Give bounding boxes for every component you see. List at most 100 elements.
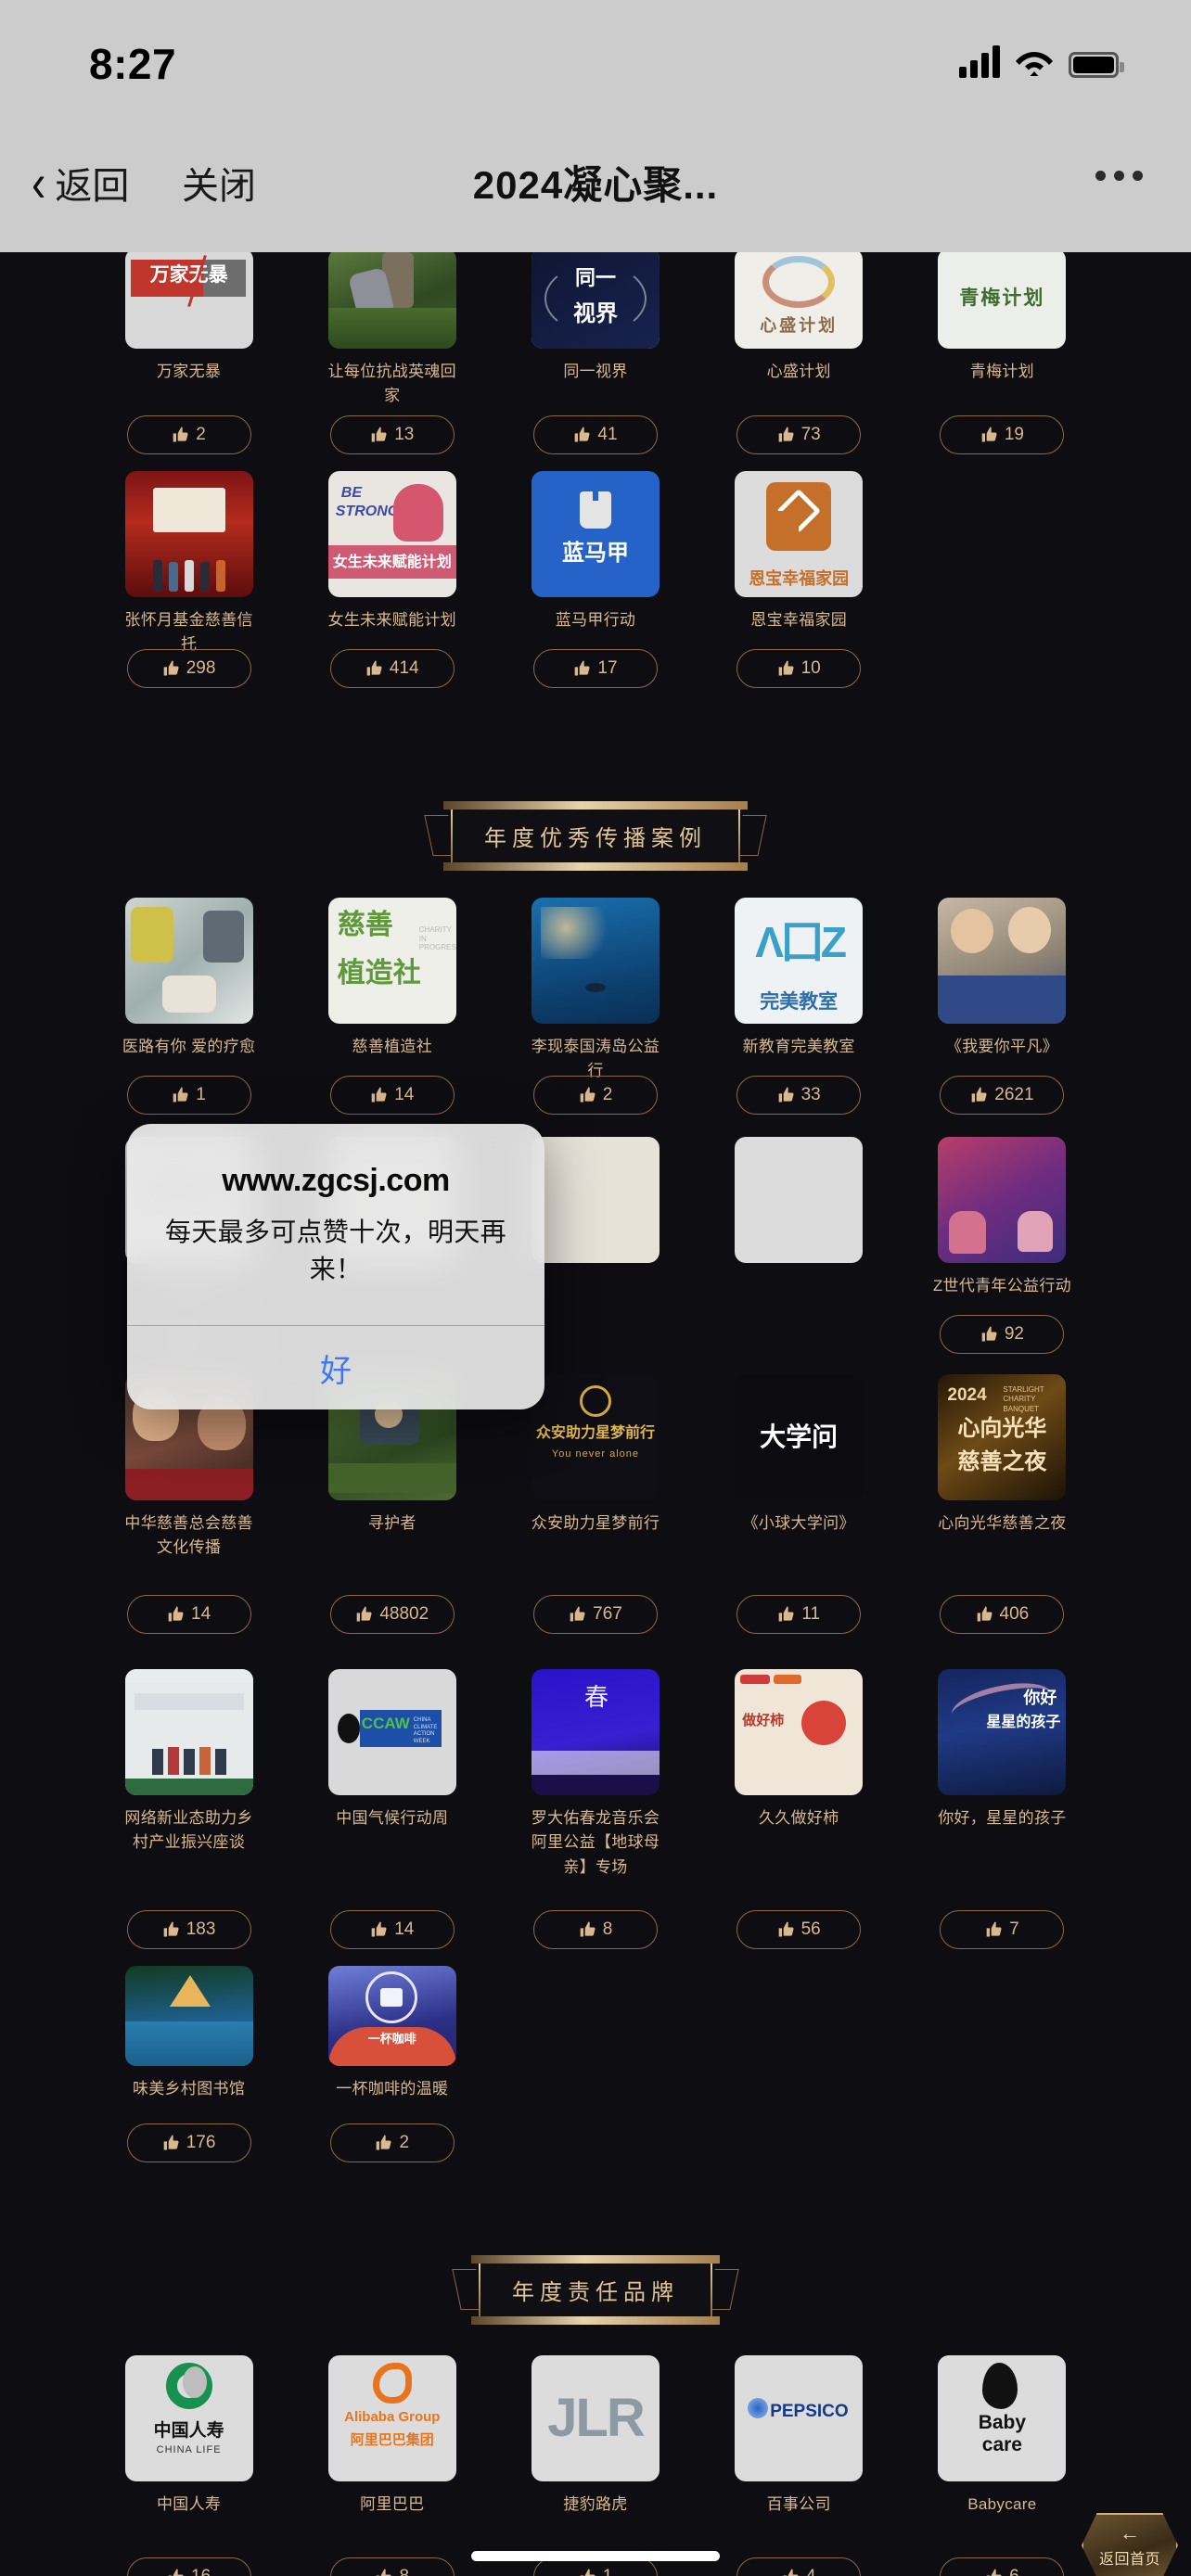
like-button[interactable]: 56	[736, 1910, 862, 1949]
like-button[interactable]: 7	[940, 1910, 1065, 1949]
like-button[interactable]: 298	[126, 649, 251, 688]
card-thumbnail[interactable]	[531, 1137, 660, 1263]
like-button[interactable]: 2	[329, 2123, 455, 2162]
card-item[interactable]: 大学问 《小球大学问》	[698, 1374, 901, 1561]
card-item[interactable]: 青梅计划 青梅计划	[901, 249, 1104, 409]
like-button[interactable]: 8	[329, 2557, 455, 2576]
like-button[interactable]: 767	[532, 1595, 658, 1634]
like-button[interactable]: 48802	[329, 1595, 455, 1634]
like-button[interactable]: 17	[532, 649, 658, 688]
card-thumbnail[interactable]: CCAW CHINA CLIMATE ACTION WEEK	[327, 1669, 456, 1795]
like-button[interactable]: 19	[940, 415, 1065, 454]
card-thumbnail[interactable]: 你好 星星的孩子	[938, 1669, 1067, 1795]
card-item[interactable]: 慈善 植造社 CHARITY IN PROGRESS 慈善植造社	[290, 898, 493, 1084]
card-thumbnail[interactable]: 蓝马甲	[531, 471, 660, 597]
card-item[interactable]: 心盛计划 心盛计划	[698, 249, 901, 409]
like-button[interactable]: 14	[126, 1595, 251, 1634]
card-item[interactable]: Baby care Babycare	[901, 2355, 1104, 2517]
card-item[interactable]: JLR 捷豹路虎	[493, 2355, 697, 2517]
like-button[interactable]: 414	[329, 649, 455, 688]
back-to-home-button[interactable]: ← 返回首页	[1082, 2513, 1178, 2576]
card-item[interactable]: 网络新业态助力乡村产业振兴座谈	[87, 1669, 290, 1880]
card-thumbnail[interactable]: Baby care	[938, 2355, 1067, 2481]
card-thumbnail[interactable]: 做好柿	[735, 1669, 864, 1795]
card-thumbnail[interactable]: PEPSICO	[735, 2355, 864, 2481]
card-item[interactable]: Z世代青年公益行动	[901, 1137, 1104, 1298]
card-title: 让每位抗战英魂回家	[327, 363, 456, 405]
card-thumbnail[interactable]	[124, 471, 253, 597]
like-button[interactable]: 4	[736, 2557, 862, 2576]
like-button[interactable]: 2	[532, 1076, 658, 1115]
card-item[interactable]: 做好柿 久久做好柿	[698, 1669, 901, 1880]
card-thumbnail[interactable]: 心盛计划	[735, 249, 864, 349]
like-button[interactable]: 11	[736, 1595, 862, 1634]
like-button[interactable]: 183	[126, 1910, 251, 1949]
card-item[interactable]: 你好 星星的孩子 你好，星星的孩子	[901, 1669, 1104, 1880]
card-thumbnail[interactable]: Λ囗Ζ 完美教室	[735, 898, 864, 1024]
card-item[interactable]: CCAW CHINA CLIMATE ACTION WEEK 中国气候行动周	[290, 1669, 493, 1880]
card-item[interactable]: 一杯咖啡 一杯咖啡的温暖	[290, 1966, 493, 2101]
card-item[interactable]: Λ囗Ζ 完美教室 新教育完美教室	[698, 898, 901, 1084]
card-thumbnail[interactable]: 恩宝幸福家园	[735, 471, 864, 597]
like-button[interactable]: 16	[126, 2557, 251, 2576]
like-button[interactable]: 10	[736, 649, 862, 688]
card-thumbnail[interactable]: 中国人寿 CHINA LIFE	[124, 2355, 253, 2481]
card-thumbnail[interactable]: JLR	[531, 2355, 660, 2481]
like-button[interactable]: 73	[736, 415, 862, 454]
card-item[interactable]: Alibaba Group 阿里巴巴集团 阿里巴巴	[290, 2355, 493, 2517]
card-thumbnail[interactable]	[735, 1137, 864, 1263]
card-item[interactable]: 恩宝幸福家园 恩宝幸福家园	[698, 471, 901, 657]
card-thumbnail[interactable]: 大学问	[735, 1374, 864, 1500]
card-item[interactable]: 2024 STARLIGHT CHARITY BANQUET 心向光华 慈善之夜…	[901, 1374, 1104, 1561]
more-dots-icon[interactable]	[1095, 171, 1143, 181]
card-thumbnail[interactable]: Alibaba Group 阿里巴巴集团	[327, 2355, 456, 2481]
card-item[interactable]: 味美乡村图书馆	[87, 1966, 290, 2101]
like-button[interactable]: 6	[940, 2557, 1065, 2576]
like-button[interactable]: 8	[532, 1910, 658, 1949]
card-thumbnail[interactable]: 2024 STARLIGHT CHARITY BANQUET 心向光华 慈善之夜	[938, 1374, 1067, 1500]
card-item[interactable]: 让每位抗战英魂回家	[290, 249, 493, 409]
alert-confirm-button[interactable]: 好	[127, 1326, 544, 1409]
card-thumbnail[interactable]	[124, 1966, 253, 2066]
card-item[interactable]: 医路有你 爱的疗愈	[87, 898, 290, 1084]
card-item[interactable]: 《我要你平凡》	[901, 898, 1104, 1084]
like-button[interactable]: 2621	[940, 1076, 1065, 1115]
card-item[interactable]: 中国人寿 CHINA LIFE 中国人寿	[87, 2355, 290, 2517]
card-thumbnail[interactable]: 万家无暴	[124, 249, 253, 349]
card-thumbnail[interactable]	[938, 1137, 1067, 1263]
thumbs-up-icon	[173, 1087, 188, 1103]
card-item[interactable]: 春 罗大佑春龙音乐会阿里公益【地球母亲】专场	[493, 1669, 697, 1880]
card-item[interactable]: BE STRONG 女生未来赋能计划 女生未来赋能计划	[290, 471, 493, 657]
card-thumbnail[interactable]: 春	[531, 1669, 660, 1795]
card-thumbnail[interactable]	[327, 249, 456, 349]
card-thumbnail[interactable]: 众安助力星梦前行 You never alone	[531, 1374, 660, 1500]
nav-bar: ‹ 返回 关闭 2024凝心聚...	[0, 121, 1191, 252]
card-item[interactable]: 万家无暴 万家无暴	[87, 249, 290, 409]
like-button[interactable]: 41	[532, 415, 658, 454]
card-thumbnail[interactable]: 同一 视界	[531, 249, 660, 349]
like-button[interactable]: 176	[126, 2123, 251, 2162]
card-item[interactable]: 李现泰国涛岛公益行	[493, 898, 697, 1084]
card-thumbnail[interactable]	[124, 898, 253, 1024]
card-thumbnail[interactable]	[531, 898, 660, 1024]
card-item[interactable]: 蓝马甲 蓝马甲行动	[493, 471, 697, 657]
like-button[interactable]: 1	[126, 1076, 251, 1115]
card-thumbnail[interactable]: 一杯咖啡	[327, 1966, 456, 2066]
card-item[interactable]: 张怀月基金慈善信托	[87, 471, 290, 657]
like-button[interactable]: 92	[940, 1315, 1065, 1354]
like-button[interactable]: 406	[940, 1595, 1065, 1634]
card-item[interactable]	[698, 1137, 901, 1298]
card-item[interactable]: 同一 视界 同一视界	[493, 249, 697, 409]
like-button[interactable]: 13	[329, 415, 455, 454]
like-button[interactable]: 2	[126, 415, 251, 454]
card-thumbnail[interactable]	[938, 898, 1067, 1024]
card-thumbnail[interactable]	[124, 1669, 253, 1795]
card-thumbnail[interactable]: 青梅计划	[938, 249, 1067, 349]
like-button[interactable]: 14	[329, 1076, 455, 1115]
card-item[interactable]: PEPSICO 百事公司	[698, 2355, 901, 2517]
card-thumbnail[interactable]: 慈善 植造社 CHARITY IN PROGRESS	[327, 898, 456, 1024]
like-count: 14	[394, 1919, 415, 1939]
like-button[interactable]: 33	[736, 1076, 862, 1115]
like-button[interactable]: 14	[329, 1910, 455, 1949]
card-thumbnail[interactable]: BE STRONG 女生未来赋能计划	[327, 471, 456, 597]
